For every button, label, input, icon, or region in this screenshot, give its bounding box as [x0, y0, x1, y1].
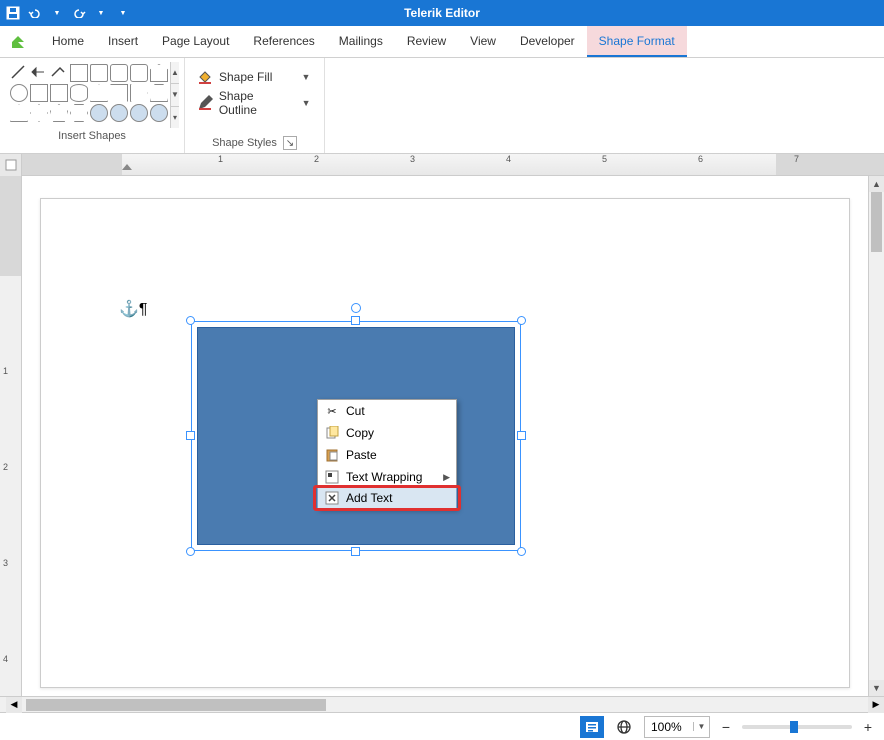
page-icon: [5, 159, 17, 171]
horizontal-ruler-area: 1 2 3 4 5 6 7: [0, 154, 884, 176]
scroll-up-icon[interactable]: ▲: [869, 176, 884, 192]
resize-handle-tl[interactable]: [186, 316, 195, 325]
resize-handle-tr[interactable]: [517, 316, 526, 325]
qat-customize-icon[interactable]: ▼: [116, 6, 130, 20]
text-wrap-icon: [324, 469, 340, 485]
tab-mailings[interactable]: Mailings: [327, 26, 395, 57]
context-menu-copy[interactable]: Copy: [318, 422, 456, 444]
insert-shapes-label: Insert Shapes: [8, 128, 176, 145]
shape-fill-button[interactable]: Shape Fill ▼: [193, 66, 316, 88]
quick-access-toolbar: ▼ ▼ ▼: [0, 6, 130, 20]
zoom-out-button[interactable]: −: [718, 719, 734, 735]
copy-icon: [324, 425, 340, 441]
tab-shape-format[interactable]: Shape Format: [587, 26, 687, 57]
context-menu-paste[interactable]: Paste: [318, 444, 456, 466]
status-bar: 100% ▼ − +: [0, 712, 884, 740]
tab-references[interactable]: References: [241, 26, 326, 57]
horizontal-scrollbar[interactable]: ◀ ▶: [0, 696, 884, 712]
resize-handle-bl[interactable]: [186, 547, 195, 556]
context-menu-cut[interactable]: ✂ Cut: [318, 400, 456, 422]
indent-marker[interactable]: [122, 164, 132, 170]
rotate-handle[interactable]: [351, 303, 361, 313]
vertical-ruler[interactable]: 1 2 3 4: [0, 176, 22, 696]
resize-handle-bm[interactable]: [351, 547, 360, 556]
scroll-left-icon[interactable]: ◀: [6, 697, 22, 713]
zoom-in-button[interactable]: +: [860, 719, 876, 735]
app-title: Telerik Editor: [404, 6, 480, 20]
view-web-layout[interactable]: [612, 716, 636, 738]
scroll-thumb[interactable]: [871, 192, 882, 252]
context-menu: ✂ Cut Copy Paste Text Wrapping ▶ Add Tex…: [317, 399, 457, 509]
chevron-down-icon[interactable]: ▼: [693, 722, 709, 731]
tab-page-layout[interactable]: Page Layout: [150, 26, 241, 57]
scroll-down-icon[interactable]: ▼: [869, 680, 884, 696]
chevron-down-icon[interactable]: ▼: [300, 72, 312, 82]
ribbon-group-insert-shapes: ▲ ▼ ▾ Insert Shapes: [0, 58, 185, 153]
tab-review[interactable]: Review: [395, 26, 458, 57]
tab-view[interactable]: View: [458, 26, 508, 57]
resize-handle-mr[interactable]: [517, 431, 526, 440]
anchor-paragraph-mark: ⚓¶: [119, 299, 148, 319]
document-page[interactable]: ⚓¶ ✂ Cut Copy Pa: [40, 198, 850, 688]
horizontal-ruler[interactable]: 1 2 3 4 5 6 7: [22, 154, 884, 176]
view-print-layout[interactable]: [580, 716, 604, 738]
ruler-corner: [0, 154, 22, 176]
shapes-gallery[interactable]: ▲ ▼ ▾: [8, 62, 176, 128]
ribbon: ▲ ▼ ▾ Insert Shapes Shape Fill ▼ Shape O…: [0, 58, 884, 154]
zoom-slider-knob[interactable]: [790, 721, 798, 733]
shape-styles-label: Shape Styles: [212, 137, 277, 149]
document-area: 1 2 3 4 ⚓¶ ✂ Cut Copy: [0, 176, 884, 696]
context-menu-add-text[interactable]: Add Text: [317, 487, 457, 509]
cut-icon: ✂: [324, 403, 340, 419]
dialog-launcher-icon[interactable]: ↘: [283, 136, 297, 150]
scroll-up-icon[interactable]: ▲: [171, 62, 179, 84]
vertical-scrollbar[interactable]: ▲ ▼: [868, 176, 884, 696]
tab-home[interactable]: Home: [40, 26, 96, 57]
submenu-arrow-icon: ▶: [443, 472, 450, 483]
paint-bucket-icon: [197, 69, 213, 85]
gallery-expand-icon[interactable]: ▾: [171, 107, 179, 128]
resize-handle-br[interactable]: [517, 547, 526, 556]
menu-bar: Home Insert Page Layout References Maili…: [0, 26, 884, 58]
tab-developer[interactable]: Developer: [508, 26, 587, 57]
dropdown-icon[interactable]: ▼: [50, 6, 64, 20]
shapes-gallery-scroll[interactable]: ▲ ▼ ▾: [170, 62, 179, 128]
dropdown-icon[interactable]: ▼: [94, 6, 108, 20]
app-logo-icon: [10, 32, 30, 52]
scroll-thumb[interactable]: [26, 699, 326, 711]
chevron-down-icon[interactable]: ▼: [300, 98, 312, 108]
undo-icon[interactable]: [28, 6, 42, 20]
resize-handle-ml[interactable]: [186, 431, 195, 440]
add-text-icon: [324, 490, 340, 506]
save-icon[interactable]: [6, 6, 20, 20]
scroll-down-icon[interactable]: ▼: [171, 84, 179, 106]
tab-insert[interactable]: Insert: [96, 26, 150, 57]
context-menu-text-wrapping[interactable]: Text Wrapping ▶: [318, 466, 456, 488]
zoom-combo[interactable]: 100% ▼: [644, 716, 710, 738]
redo-icon[interactable]: [72, 6, 86, 20]
pen-icon: [197, 95, 213, 111]
zoom-slider[interactable]: [742, 725, 852, 729]
globe-icon: [617, 720, 631, 734]
file-tab[interactable]: [0, 26, 40, 57]
ribbon-group-shape-styles: Shape Fill ▼ Shape Outline ▼ Shape Style…: [185, 58, 325, 153]
zoom-value[interactable]: 100%: [645, 720, 693, 734]
resize-handle-tm[interactable]: [351, 316, 360, 325]
title-bar: ▼ ▼ ▼ Telerik Editor: [0, 0, 884, 26]
scroll-right-icon[interactable]: ▶: [868, 697, 884, 713]
paste-icon: [324, 447, 340, 463]
shapes-gallery-grid[interactable]: [8, 62, 170, 128]
shape-outline-button[interactable]: Shape Outline ▼: [193, 92, 316, 114]
